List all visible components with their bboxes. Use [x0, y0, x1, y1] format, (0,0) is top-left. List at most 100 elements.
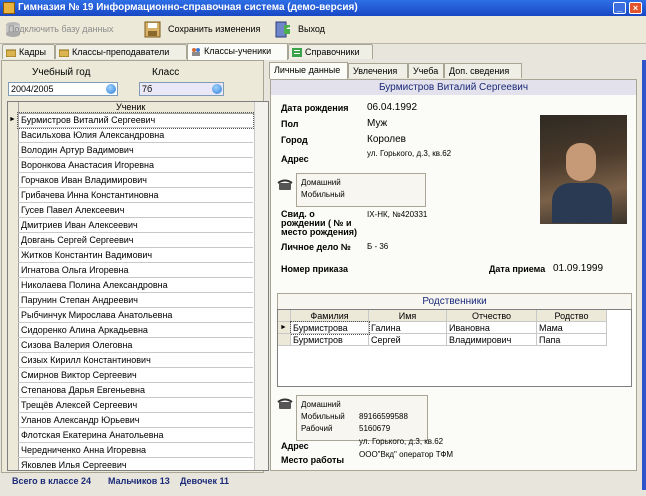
relative-mobile-label: Мобильный [301, 412, 345, 421]
student-row[interactable]: Смирнов Виктор Сергеевич [18, 368, 253, 383]
student-row[interactable]: Воронкова Анастасия Игоревна [18, 158, 253, 173]
student-row[interactable]: Дмитриев Иван Алексеевич [18, 218, 253, 233]
phone-icon [277, 179, 293, 190]
tab-references[interactable]: Справочники [288, 44, 373, 59]
workplace-value[interactable]: ООО"Вкд" оператор ТФМ [359, 450, 453, 459]
order-number-label: Номер приказа [281, 264, 348, 274]
student-photo [540, 115, 627, 224]
address-label: Адрес [281, 154, 309, 164]
birth-date-value[interactable]: 06.04.1992 [367, 102, 417, 113]
relatives-col-relation: Родство [537, 310, 607, 322]
student-row[interactable]: Бурмистров Виталий Сергеевич [17, 112, 254, 129]
exit-icon [275, 21, 291, 38]
student-row[interactable]: Чередниченко Анна Игоревна [18, 443, 253, 458]
relative-work-value[interactable]: 5160679 [359, 424, 390, 433]
folder-icon [6, 49, 16, 57]
relative-work-label: Рабочий [301, 424, 333, 433]
relative-cell[interactable]: Мама [537, 322, 607, 334]
admission-date-label: Дата приема [489, 264, 546, 274]
student-row[interactable]: Васильхова Юлия Александровна [18, 128, 253, 143]
student-name-header: Бурмистров Виталий Сергеевич [271, 80, 636, 95]
column-header-student: Ученик [116, 102, 146, 112]
tab-kadry[interactable]: Кадры [2, 44, 55, 59]
birth-certificate-value[interactable]: IX-НК, №420331 [367, 210, 427, 219]
student-row[interactable]: Игнатова Ольга Игоревна [18, 263, 253, 278]
minimize-icon[interactable]: _ [613, 2, 626, 14]
student-row[interactable]: Уланов Александр Юрьевич [18, 413, 253, 428]
sex-value[interactable]: Муж [367, 118, 387, 129]
relative-cell[interactable]: Галина [369, 322, 447, 334]
student-row[interactable]: Горчаков Иван Владимирович [18, 173, 253, 188]
relative-address-value[interactable]: ул. Горького, д.3, кв.62 [359, 437, 443, 446]
relative-cell[interactable]: Папа [537, 334, 607, 346]
folder-icon [59, 49, 69, 57]
relative-address-label: Адрес [281, 441, 309, 451]
window-edge [642, 60, 646, 490]
year-label: Учебный год [32, 67, 91, 78]
save-button[interactable]: Сохранить изменения [142, 18, 272, 41]
student-row[interactable]: Сидоренко Алина Аркадьевна [18, 323, 253, 338]
relative-home-label: Домашний [301, 400, 341, 409]
student-row[interactable]: Грибачева Инна Константиновна [18, 188, 253, 203]
detail-panel: Личные данные Увлечения Учеба Доп. сведе… [266, 60, 646, 490]
student-row[interactable]: Сизова Валерия Олеговна [18, 338, 253, 353]
close-icon[interactable]: × [629, 2, 642, 14]
dropdown-icon [106, 84, 116, 94]
current-row-icon: ► [9, 116, 16, 123]
student-row[interactable]: Довгань Сергей Сергеевич [18, 233, 253, 248]
student-row[interactable]: Сизых Кирилл Константинович [18, 353, 253, 368]
relatives-col-patronymic: Отчество [447, 310, 537, 322]
relative-cell[interactable]: Бурмистрова [290, 321, 370, 335]
class-label: Класс [152, 67, 180, 78]
tab-classes-teachers[interactable]: Классы-преподаватели [55, 44, 187, 59]
tab-classes-students[interactable]: Классы-ученики [187, 43, 288, 60]
list-icon [292, 48, 302, 57]
file-number-value[interactable]: Б - 36 [367, 242, 388, 251]
relatives-col-name: Имя [369, 310, 447, 322]
student-row[interactable]: Парунин Степан Андреевич [18, 293, 253, 308]
student-row[interactable]: Рыбчинчук Мирослава Анатольевна [18, 308, 253, 323]
relatives-grid: Фамилия Имя Отчество Родство ► Бурмистро… [277, 309, 632, 387]
toolbar: Подключить базу данных Сохранить изменен… [0, 16, 646, 44]
students-grid: Ученик ► Бурмистров Виталий Сергеевич Вас… [7, 101, 269, 471]
student-row[interactable]: Степанова Дарья Евгеньевна [18, 383, 253, 398]
window-title: Гимназия № 19 Информационно-справочная с… [18, 2, 358, 13]
year-select[interactable]: 2004/2005 [8, 82, 118, 96]
student-row[interactable]: Житков Константин Вадимович [18, 248, 253, 263]
relative-cell[interactable]: Бурмистров [291, 334, 369, 346]
relative-cell[interactable]: Владимирович [447, 334, 537, 346]
student-row[interactable]: Флотская Екатерина Анатольевна [18, 428, 253, 443]
relatives-title: Родственники [277, 293, 632, 309]
relative-phone-box: Домашний Мобильный 89166599588 Рабочий 5… [296, 395, 428, 441]
admission-date-value[interactable]: 01.09.1999 [553, 263, 603, 274]
birth-date-label: Дата рождения [281, 103, 349, 113]
relative-cell[interactable]: Ивановна [447, 322, 537, 334]
students-panel: Учебный год Класс 2004/2005 7б Ученик ► … [1, 60, 269, 473]
connect-db-button[interactable]: Подключить базу данных [2, 18, 130, 41]
tab-study[interactable]: Учеба [408, 63, 444, 78]
relative-mobile-value[interactable]: 89166599588 [359, 412, 408, 421]
relative-cell[interactable]: Сергей [369, 334, 447, 346]
sex-label: Пол [281, 119, 299, 129]
tab-personal-data[interactable]: Личные данные [269, 62, 348, 79]
mobile-phone-label: Мобильный [301, 190, 345, 199]
save-icon [144, 21, 161, 38]
exit-button[interactable]: Выход [272, 18, 332, 41]
file-number-label: Личное дело № [281, 242, 351, 252]
student-row[interactable]: Яковлев Илья Сергеевич [18, 458, 253, 470]
phone-icon [277, 398, 293, 409]
app-icon [3, 2, 15, 14]
student-row[interactable]: Николаева Полина Александровна [18, 278, 253, 293]
student-row[interactable]: Трещёв Алексей Сергеевич [18, 398, 253, 413]
tab-hobbies[interactable]: Увлечения [348, 63, 408, 78]
student-row[interactable]: Володин Артур Вадимович [18, 143, 253, 158]
class-select[interactable]: 7б [139, 82, 224, 96]
current-row-icon: ► [278, 322, 291, 334]
student-row[interactable]: Гусев Павел Алексеевич [18, 203, 253, 218]
relatives-col-surname: Фамилия [291, 310, 369, 322]
address-value[interactable]: ул. Горького, д.3, кв.62 [367, 149, 451, 158]
people-icon [192, 48, 200, 56]
tab-extra-info[interactable]: Доп. сведения [444, 63, 522, 78]
city-value[interactable]: Королев [367, 134, 406, 145]
boys-count: Мальчиков 13 [108, 476, 170, 486]
